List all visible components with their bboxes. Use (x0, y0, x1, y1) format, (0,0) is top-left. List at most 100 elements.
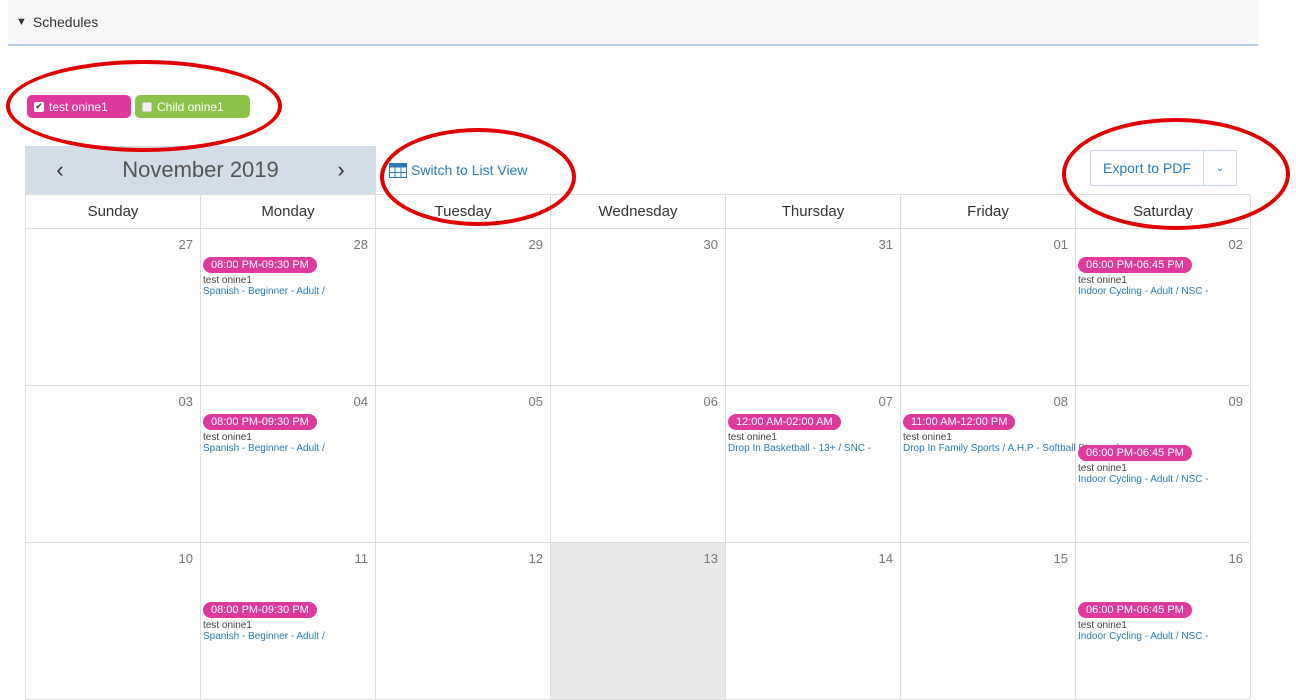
day-cell[interactable]: 14 (726, 543, 901, 699)
event-time-badge[interactable]: 06:00 PM-06:45 PM (1078, 602, 1192, 618)
filter-chip-label: Child onine1 (157, 99, 224, 114)
calendar-event[interactable]: 08:00 PM-09:30 PM test onine1 Spanish - … (203, 412, 373, 454)
weekday-header: Friday (901, 195, 1076, 228)
day-cell[interactable]: 06 (551, 386, 726, 542)
prev-month-button[interactable]: ‹ (25, 157, 95, 183)
day-cell[interactable]: 08 11:00 AM-12:00 PM test onine1 Drop In… (901, 386, 1118, 542)
event-time-badge[interactable]: 08:00 PM-09:30 PM (203, 257, 317, 273)
multi-day-event-spacer (1078, 567, 1248, 598)
day-cell[interactable]: 29 (376, 229, 551, 385)
event-participant: test onine1 (203, 275, 252, 286)
month-navigator: ‹ November 2019 › (25, 146, 376, 194)
weekday-header: Tuesday (376, 195, 551, 228)
day-cell[interactable]: 03 (26, 386, 201, 542)
export-button-group: Export to PDF ⌄ (1090, 150, 1237, 186)
event-participant: test onine1 (1078, 620, 1127, 631)
event-participant: test onine1 (728, 432, 777, 443)
day-cell[interactable]: 10 (26, 543, 201, 699)
day-number: 09 (1228, 394, 1243, 409)
event-time-badge[interactable]: 11:00 AM-12:00 PM (903, 414, 1016, 430)
event-time-badge[interactable]: 08:00 PM-09:30 PM (203, 602, 317, 618)
day-cell[interactable]: 16 06:00 PM-06:45 PM test onine1 Indoor … (1076, 543, 1251, 699)
day-cell-today[interactable]: 13 (551, 543, 726, 699)
export-to-pdf-button[interactable]: Export to PDF (1091, 151, 1204, 185)
weekday-header: Wednesday (551, 195, 726, 228)
filter-chip-child-onine1[interactable]: Child onine1 (135, 95, 250, 118)
month-calendar: Sunday Monday Tuesday Wednesday Thursday… (25, 194, 1251, 700)
day-number: 28 (353, 237, 368, 252)
switch-view-label: Switch to List View (411, 162, 528, 178)
calendar-event[interactable]: 12:00 AM-02:00 AM test onine1 Drop In Ba… (728, 412, 898, 454)
weekday-header: Monday (201, 195, 376, 228)
event-participant: test onine1 (203, 432, 252, 443)
event-time-badge[interactable]: 06:00 PM-06:45 PM (1078, 445, 1192, 461)
day-cell[interactable]: 02 06:00 PM-06:45 PM test onine1 Indoor … (1076, 229, 1251, 385)
event-title-link[interactable]: Indoor Cycling - Adult / NSC - (1078, 286, 1248, 297)
day-number: 12 (528, 551, 543, 566)
day-number: 14 (878, 551, 893, 566)
chevron-down-icon: ▼ (16, 16, 27, 28)
day-cell[interactable]: 15 (901, 543, 1076, 699)
day-cell[interactable]: 05 (376, 386, 551, 542)
day-cell[interactable]: 07 12:00 AM-02:00 AM test onine1 Drop In… (726, 386, 901, 542)
event-time-badge[interactable]: 12:00 AM-02:00 AM (728, 414, 841, 430)
day-cell[interactable]: 09 06:00 PM-06:45 PM test onine1 Indoor … (1076, 386, 1251, 542)
event-title-link[interactable]: Indoor Cycling - Adult / NSC - (1078, 474, 1248, 485)
event-participant: test onine1 (1078, 463, 1127, 474)
day-number: 13 (703, 551, 718, 566)
day-cell[interactable]: 30 (551, 229, 726, 385)
table-icon (389, 162, 407, 178)
multi-day-event-spacer (203, 567, 373, 598)
week-row: 10 11 08:00 PM-09:30 PM test onine1 Span… (26, 543, 1251, 700)
day-number: 30 (703, 237, 718, 252)
week-row: 27 28 08:00 PM-09:30 PM test onine1 Span… (26, 229, 1251, 386)
day-number: 08 (1053, 394, 1068, 409)
event-title-link[interactable]: Spanish - Beginner - Adult / (203, 631, 373, 642)
day-cell[interactable]: 27 (26, 229, 201, 385)
event-participant: test onine1 (1078, 275, 1127, 286)
calendar-event[interactable]: 06:00 PM-06:45 PM test onine1 Indoor Cyc… (1078, 443, 1248, 485)
day-number: 05 (528, 394, 543, 409)
calendar-event[interactable]: 11:00 AM-12:00 PM test onine1 Drop In Fa… (903, 412, 1118, 454)
switch-to-list-view-link[interactable]: Switch to List View (389, 162, 527, 178)
day-number: 02 (1228, 237, 1243, 252)
day-number: 01 (1053, 237, 1068, 252)
event-title-link[interactable]: Spanish - Beginner - Adult / (203, 443, 373, 454)
checkbox-unchecked-icon[interactable] (142, 101, 152, 112)
export-dropdown-toggle[interactable]: ⌄ (1204, 151, 1236, 185)
event-time-badge[interactable]: 06:00 PM-06:45 PM (1078, 257, 1192, 273)
chevron-down-icon: ⌄ (1215, 162, 1225, 174)
next-month-button[interactable]: › (306, 157, 376, 183)
calendar-event[interactable]: 06:00 PM-06:45 PM test onine1 Indoor Cyc… (1078, 600, 1248, 642)
day-cell[interactable]: 12 (376, 543, 551, 699)
day-cell[interactable]: 04 08:00 PM-09:30 PM test onine1 Spanish… (201, 386, 376, 542)
day-number: 15 (1053, 551, 1068, 566)
day-number: 07 (878, 394, 893, 409)
event-title-link[interactable]: Spanish - Beginner - Adult / (203, 286, 373, 297)
event-title-link[interactable]: Drop In Family Sports / A.H.P - Softball… (903, 443, 1118, 454)
multi-day-event-spacer (1078, 410, 1248, 441)
calendar-event[interactable]: 08:00 PM-09:30 PM test onine1 Spanish - … (203, 255, 373, 297)
day-cell[interactable]: 28 08:00 PM-09:30 PM test onine1 Spanish… (201, 229, 376, 385)
schedules-section-header[interactable]: ▼ Schedules (8, 0, 1258, 46)
day-cell[interactable]: 31 (726, 229, 901, 385)
calendar-event[interactable]: 06:00 PM-06:45 PM test onine1 Indoor Cyc… (1078, 255, 1248, 297)
section-title: Schedules (32, 14, 99, 30)
day-cell[interactable]: 01 (901, 229, 1076, 385)
weekday-header: Saturday (1076, 195, 1251, 228)
filter-chip-test-onine1[interactable]: ✔ test onine1 (27, 95, 131, 118)
day-number: 11 (354, 551, 369, 566)
event-title-link[interactable]: Indoor Cycling - Adult / NSC - (1078, 631, 1248, 642)
day-cell[interactable]: 11 08:00 PM-09:30 PM test onine1 Spanish… (201, 543, 376, 699)
event-title-link[interactable]: Drop In Basketball - 13+ / SNC - (728, 443, 898, 454)
event-participant: test onine1 (903, 432, 952, 443)
event-time-badge[interactable]: 08:00 PM-09:30 PM (203, 414, 317, 430)
day-number: 29 (528, 237, 543, 252)
checkbox-checked-icon[interactable]: ✔ (34, 101, 44, 112)
week-row: 03 04 08:00 PM-09:30 PM test onine1 Span… (26, 386, 1251, 543)
day-number: 16 (1228, 551, 1243, 566)
filter-chip-label: test onine1 (49, 99, 108, 114)
day-number: 27 (178, 237, 193, 252)
calendar-event[interactable]: 08:00 PM-09:30 PM test onine1 Spanish - … (203, 600, 373, 642)
day-number: 03 (178, 394, 193, 409)
